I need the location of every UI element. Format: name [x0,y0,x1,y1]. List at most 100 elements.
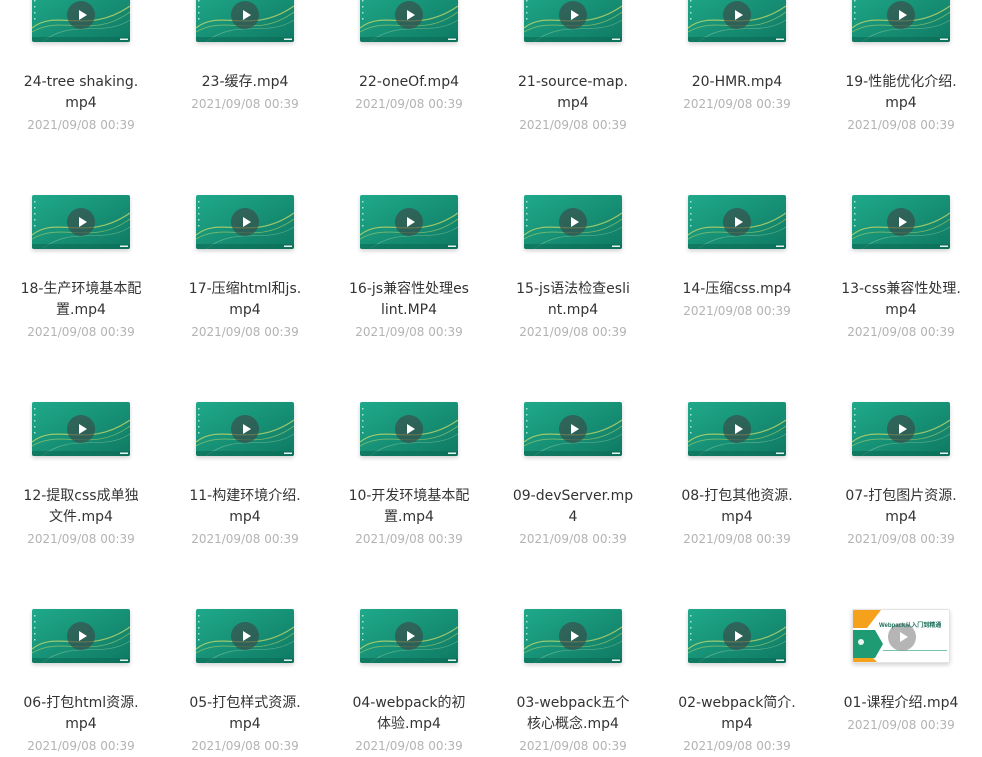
video-thumbnail[interactable] [688,609,786,663]
file-name[interactable]: 03-webpack五个核心概念.mp4 [498,693,648,735]
file-name[interactable]: 11-构建环境介绍.mp4 [170,486,320,528]
file-name[interactable]: 17-压缩html和js.mp4 [170,279,320,321]
video-thumbnail[interactable] [688,0,786,42]
play-icon[interactable] [67,622,95,650]
video-thumbnail[interactable] [196,609,294,663]
file-name[interactable]: 07-打包图片资源.mp4 [826,486,976,528]
play-icon[interactable] [887,1,915,29]
file-date: 2021/09/08 00:39 [847,118,955,132]
play-icon[interactable] [887,415,915,443]
video-thumbnail[interactable] [852,195,950,249]
file-name[interactable]: 02-webpack简介.mp4 [662,693,812,735]
play-icon[interactable] [67,208,95,236]
play-icon[interactable] [395,622,423,650]
video-file-item[interactable]: 23-缓存.mp4 2021/09/08 00:39 [170,0,320,115]
file-name[interactable]: 12-提取css成单独文件.mp4 [6,486,156,528]
file-name[interactable]: 15-js语法检查eslint.mp4 [498,279,648,321]
play-icon[interactable] [67,1,95,29]
file-date: 2021/09/08 00:39 [191,325,299,339]
video-file-item[interactable]: 09-devServer.mp4 2021/09/08 00:39 [498,402,648,550]
video-file-item[interactable]: 14-压缩css.mp4 2021/09/08 00:39 [662,195,812,322]
video-file-item[interactable]: 18-生产环境基本配置.mp4 2021/09/08 00:39 [6,195,156,343]
video-file-item[interactable]: 15-js语法检查eslint.mp4 2021/09/08 00:39 [498,195,648,343]
file-name[interactable]: 09-devServer.mp4 [498,486,648,528]
video-thumbnail[interactable] [852,0,950,42]
play-icon[interactable] [723,622,751,650]
play-icon[interactable] [231,208,259,236]
video-file-item[interactable]: 03-webpack五个核心概念.mp4 2021/09/08 00:39 [498,609,648,757]
file-date: 2021/09/08 00:39 [683,304,791,318]
play-icon[interactable] [231,622,259,650]
play-icon[interactable] [723,208,751,236]
video-thumbnail[interactable] [32,402,130,456]
video-file-item[interactable]: 21-source-map.mp4 2021/09/08 00:39 [498,0,648,136]
play-icon[interactable] [723,415,751,443]
file-name[interactable]: 10-开发环境基本配置.mp4 [334,486,484,528]
video-file-item[interactable]: 04-webpack的初体验.mp4 2021/09/08 00:39 [334,609,484,757]
play-icon[interactable] [395,415,423,443]
file-name[interactable]: 23-缓存.mp4 [170,72,320,93]
play-icon[interactable] [723,1,751,29]
play-icon[interactable] [559,208,587,236]
video-thumbnail[interactable] [524,402,622,456]
video-thumbnail[interactable] [32,609,130,663]
play-icon[interactable] [231,415,259,443]
file-name[interactable]: 18-生产环境基本配置.mp4 [6,279,156,321]
video-thumbnail[interactable] [524,609,622,663]
file-name[interactable]: 04-webpack的初体验.mp4 [334,693,484,735]
file-name[interactable]: 01-课程介绍.mp4 [826,693,976,714]
file-date: 2021/09/08 00:39 [519,118,627,132]
play-icon[interactable] [395,208,423,236]
play-icon[interactable] [887,208,915,236]
video-file-item[interactable]: 20-HMR.mp4 2021/09/08 00:39 [662,0,812,115]
video-thumbnail[interactable] [360,402,458,456]
play-icon[interactable] [559,1,587,29]
file-name[interactable]: 13-css兼容性处理.mp4 [826,279,976,321]
video-thumbnail[interactable] [196,402,294,456]
file-date: 2021/09/08 00:39 [519,325,627,339]
play-icon[interactable] [559,415,587,443]
play-icon[interactable] [559,622,587,650]
file-name[interactable]: 06-打包html资源.mp4 [6,693,156,735]
file-name[interactable]: 24-tree shaking.mp4 [6,72,156,114]
video-file-item[interactable]: 13-css兼容性处理.mp4 2021/09/08 00:39 [826,195,976,343]
play-icon[interactable] [67,415,95,443]
video-file-item[interactable]: 24-tree shaking.mp4 2021/09/08 00:39 [6,0,156,136]
video-file-item[interactable]: 07-打包图片资源.mp4 2021/09/08 00:39 [826,402,976,550]
video-thumbnail[interactable]: Webpack从入门到精通 [852,609,950,663]
video-file-item[interactable]: 06-打包html资源.mp4 2021/09/08 00:39 [6,609,156,757]
video-thumbnail[interactable] [360,0,458,42]
video-file-item[interactable]: 17-压缩html和js.mp4 2021/09/08 00:39 [170,195,320,343]
video-file-item[interactable]: 05-打包样式资源.mp4 2021/09/08 00:39 [170,609,320,757]
video-thumbnail[interactable] [524,0,622,42]
file-name[interactable]: 21-source-map.mp4 [498,72,648,114]
video-file-item[interactable]: 11-构建环境介绍.mp4 2021/09/08 00:39 [170,402,320,550]
video-file-item[interactable]: 10-开发环境基本配置.mp4 2021/09/08 00:39 [334,402,484,550]
play-icon[interactable] [395,1,423,29]
video-thumbnail[interactable] [196,0,294,42]
video-thumbnail[interactable] [32,0,130,42]
video-thumbnail[interactable] [688,195,786,249]
video-thumbnail[interactable] [360,609,458,663]
video-thumbnail[interactable] [688,402,786,456]
video-thumbnail[interactable] [196,195,294,249]
file-name[interactable]: 22-oneOf.mp4 [334,72,484,93]
file-name[interactable]: 19-性能优化介绍.mp4 [826,72,976,114]
video-thumbnail[interactable] [360,195,458,249]
video-file-item[interactable]: 12-提取css成单独文件.mp4 2021/09/08 00:39 [6,402,156,550]
video-thumbnail[interactable] [852,402,950,456]
video-file-item[interactable]: 16-js兼容性处理eslint.MP4 2021/09/08 00:39 [334,195,484,343]
video-file-item[interactable]: Webpack从入门到精通 01-课程介绍.mp4 2021/09/08 00:… [826,609,976,736]
play-icon[interactable] [231,1,259,29]
video-file-item[interactable]: 19-性能优化介绍.mp4 2021/09/08 00:39 [826,0,976,136]
video-file-item[interactable]: 02-webpack简介.mp4 2021/09/08 00:39 [662,609,812,757]
video-file-item[interactable]: 08-打包其他资源.mp4 2021/09/08 00:39 [662,402,812,550]
file-name[interactable]: 08-打包其他资源.mp4 [662,486,812,528]
video-thumbnail[interactable] [32,195,130,249]
file-name[interactable]: 14-压缩css.mp4 [662,279,812,300]
file-name[interactable]: 05-打包样式资源.mp4 [170,693,320,735]
file-name[interactable]: 20-HMR.mp4 [662,72,812,93]
video-thumbnail[interactable] [524,195,622,249]
video-file-item[interactable]: 22-oneOf.mp4 2021/09/08 00:39 [334,0,484,115]
file-name[interactable]: 16-js兼容性处理eslint.MP4 [334,279,484,321]
